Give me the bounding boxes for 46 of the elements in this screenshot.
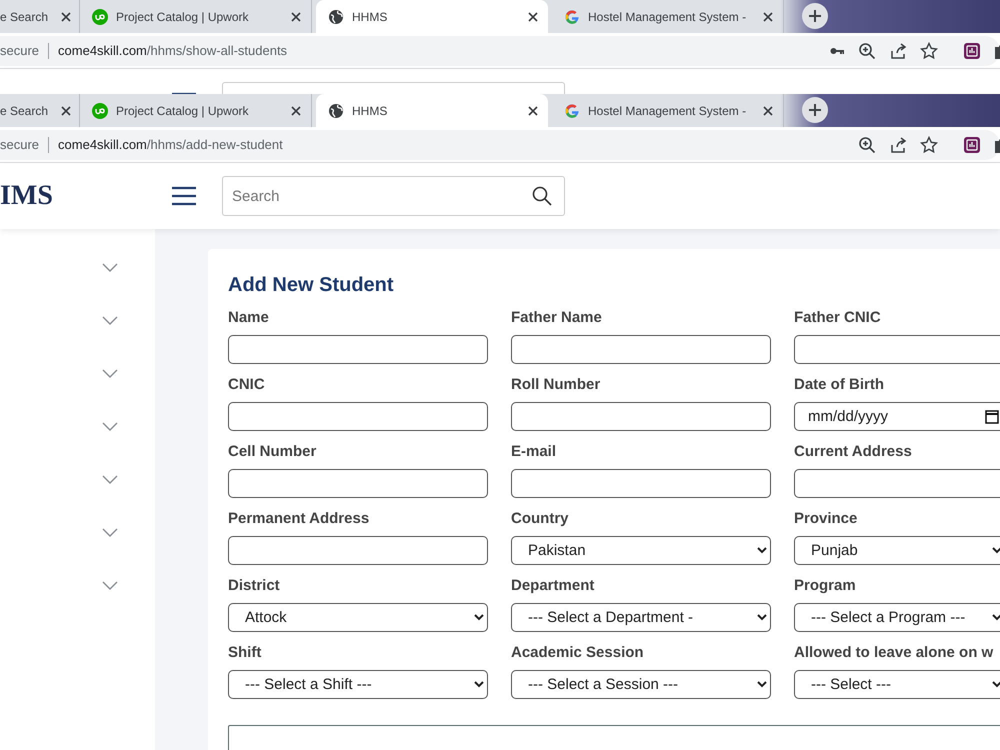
field-label: Country [511,510,570,527]
field-label: Father Name [511,309,603,326]
tab-title: Project Catalog | Upwork [116,10,250,24]
tab-title: HHMS [352,104,388,118]
url-text: come4skill.com/hhms/show-all-students [57,43,288,58]
field-label: Roll Number [511,376,602,393]
field-label: Name [228,309,270,326]
browser-tab[interactable]: HHMS [316,94,548,127]
dropdown[interactable]: Pakistan [511,536,771,565]
address-bar[interactable]: secure come4skill.com/hhms/show-all-students [0,36,1000,66]
field-label: Academic Session [511,644,645,661]
field-label: Department [511,577,596,594]
field-label: Father CNIC [794,309,882,326]
dropdown[interactable]: --- Select --- [794,670,1000,699]
tab-title: Project Catalog | Upwork [116,104,250,118]
field-label: Province [794,510,858,527]
security-label: secure [0,42,50,58]
field-label: Program [794,577,857,594]
tab-title: Hostel Management System - [588,104,748,118]
url-text: come4skill.com/hhms/add-new-student [57,137,283,152]
form-title: Add New Student [228,274,395,297]
field-label: Allowed to leave alone on w [794,644,994,661]
browser-tab[interactable]: HHMS [316,0,548,33]
search-field[interactable]: Search [222,176,565,216]
dropdown[interactable]: --- Select a Shift --- [228,670,488,699]
field-label: E-mail [511,443,558,460]
dropdown[interactable]: --- Select a Session --- [511,670,771,699]
field-label: Current Address [794,443,913,460]
field-label: CNIC [228,376,266,393]
field-label: Date of Birth [794,376,885,393]
field-label: Cell Number [228,443,318,460]
logo-text: IMS [0,180,54,212]
tab-title: e Search [0,10,50,24]
tab-title: Hostel Management System - [588,10,748,24]
dropdown[interactable]: --- Select a Program --- [794,603,1000,632]
dropdown[interactable]: --- Select a Department - [511,603,771,632]
date-field[interactable]: mm/dd/yyyy [794,402,1000,431]
address-bar[interactable]: secure come4skill.com/hhms/add-new-student [0,130,1000,160]
field-label: Permanent Address [228,510,370,527]
tab-title: HHMS [352,10,388,24]
security-label: secure [0,136,50,152]
field-label: Shift [228,644,262,661]
tab-title: e Search [0,104,50,118]
field-label: District [228,577,281,594]
dropdown[interactable]: Punjab [794,536,1000,565]
dropdown[interactable]: Attock [228,603,488,632]
